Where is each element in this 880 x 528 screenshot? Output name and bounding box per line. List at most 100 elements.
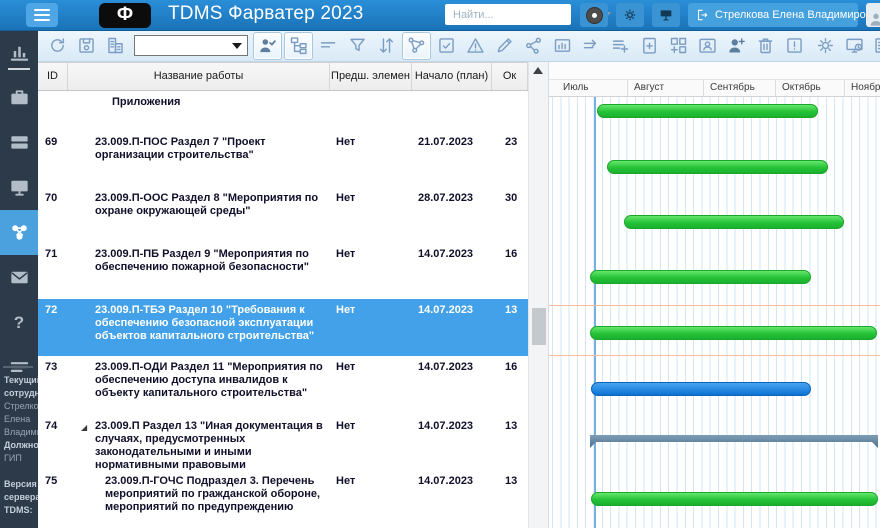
gantt-bar-task[interactable]	[607, 160, 828, 174]
table-row[interactable]: 6923.009.П-ПОС Раздел 7 "Проект организа…	[38, 131, 528, 187]
person-add-button[interactable]	[723, 33, 750, 59]
pencil-button[interactable]	[491, 33, 518, 59]
hamburger-menu-button[interactable]	[26, 3, 58, 27]
user-session-button[interactable]: Стрелкова Елена Владимировна	[688, 3, 858, 27]
refresh-button[interactable]	[44, 33, 71, 59]
column-header[interactable]: ID	[38, 63, 68, 90]
person-check-button[interactable]	[253, 32, 282, 60]
gantt-pane: ИюльАвгустСентябрьОктябрьНоябрь	[548, 62, 880, 528]
task-name-label: 23.009.П-ОДИ Раздел 11 "Мероприятия по о…	[95, 361, 323, 399]
filter-button[interactable]	[344, 33, 371, 59]
gantt-bar-task[interactable]	[590, 326, 877, 340]
user-name-label: Стрелкова Елена Владимировна	[715, 9, 880, 21]
sidebar-item-briefcase[interactable]	[0, 75, 38, 120]
presentation-button[interactable]	[652, 3, 680, 27]
gantt-bar-task[interactable]	[591, 492, 878, 506]
work-table: IDНазвание работыПредш. элеменНачало (пл…	[38, 62, 528, 528]
cell-end-date: 13	[492, 470, 528, 528]
search-input[interactable]	[445, 9, 599, 21]
sidebar-item-nodes[interactable]	[0, 210, 38, 255]
cell-predecessor: Нет	[330, 131, 412, 187]
list-box-button[interactable]	[870, 33, 880, 59]
column-header[interactable]: Название работы	[68, 63, 330, 90]
expand-icon[interactable]: ◢	[81, 421, 87, 434]
cell-name: 23.009.П-ГОЧС Подраздел 3. Перечень меро…	[68, 470, 330, 528]
id-card-button[interactable]	[694, 33, 721, 59]
sidebar: ? ТекущийсотрудникСтрелковаЕленаВладимир…	[0, 30, 38, 528]
cell-id: 69	[38, 131, 68, 187]
table-row[interactable]: 7323.009.П-ОДИ Раздел 11 "Мероприятия по…	[38, 356, 528, 415]
sidebar-info-line: ГИП	[0, 452, 38, 465]
sidebar-item-monitor[interactable]	[0, 165, 38, 210]
cell-end-date: 13	[492, 299, 528, 356]
column-header[interactable]: Ок	[492, 63, 528, 90]
gantt-bar-task[interactable]	[590, 270, 811, 284]
combo-caret-icon	[232, 43, 242, 49]
cell-name: ◢23.009.П Раздел 13 "Иная документация в…	[68, 415, 330, 470]
align-lines-icon	[318, 35, 339, 56]
list-plus-icon	[610, 35, 631, 56]
buildings-button[interactable]	[102, 33, 129, 59]
sidebar-item-help[interactable]: ?	[0, 300, 38, 345]
chart-doc-button[interactable]	[549, 33, 576, 59]
box-exclaim-button[interactable]	[781, 33, 808, 59]
sidebar-info: ТекущийсотрудникСтрелковаЕленаВладимиров…	[0, 366, 38, 517]
column-header[interactable]: Начало (план)	[412, 63, 492, 90]
doc-plus-button[interactable]	[636, 33, 663, 59]
gantt-month-header: Октябрь	[775, 80, 844, 96]
sidebar-info-line: Елена	[0, 413, 38, 426]
table-row[interactable]: 74◢23.009.П Раздел 13 "Иная документация…	[38, 415, 528, 470]
column-header[interactable]: Предш. элемен	[330, 63, 412, 90]
sidebar-item-server[interactable]	[0, 120, 38, 165]
arrows-right-icon	[581, 35, 602, 56]
share-nodes-button[interactable]	[520, 33, 547, 59]
cell-predecessor: Нет	[330, 243, 412, 299]
record-button[interactable]	[580, 3, 608, 27]
align-lines-button[interactable]	[315, 33, 342, 59]
cell-predecessor: Нет	[330, 415, 412, 470]
clipboard-check-button[interactable]	[433, 33, 460, 59]
cell-id: 72	[38, 299, 68, 356]
cell-end-date: 30	[492, 187, 528, 243]
gantt-bar-task[interactable]	[597, 104, 818, 118]
briefcase-icon	[8, 86, 31, 109]
grid-plus-button[interactable]	[665, 33, 692, 59]
nodes-link-button[interactable]	[402, 32, 431, 60]
sort-button[interactable]	[373, 33, 400, 59]
gantt-month-header: Сентябрь	[703, 80, 775, 96]
table-row[interactable]: 7223.009.П-ТБЭ Раздел 10 "Требования к о…	[38, 299, 528, 356]
hierarchy-button[interactable]	[284, 32, 313, 60]
sidebar-item-mail[interactable]	[0, 255, 38, 300]
scrollbar-thumb[interactable]	[532, 308, 546, 345]
sidebar-info-line	[0, 465, 38, 478]
sidebar-item-chart-bar[interactable]	[0, 30, 38, 75]
avatar[interactable]	[866, 3, 880, 27]
table-vertical-scrollbar[interactable]	[528, 62, 548, 528]
save-icon	[76, 35, 97, 56]
mail-icon	[8, 266, 31, 289]
table-row[interactable]: 7523.009.П-ГОЧС Подраздел 3. Перечень ме…	[38, 470, 528, 528]
scroll-up-icon[interactable]	[533, 67, 543, 74]
save-button[interactable]	[73, 33, 100, 59]
help-icon: ?	[14, 313, 24, 333]
gear-button[interactable]	[812, 33, 839, 59]
warning-button[interactable]	[462, 33, 489, 59]
table-row[interactable]: 7023.009.П-ООС Раздел 8 "Мероприятия по …	[38, 187, 528, 243]
toolbar	[38, 30, 880, 62]
cell-end-date: 16	[492, 356, 528, 415]
filter-combobox[interactable]	[134, 35, 248, 56]
gantt-bar-task-active[interactable]	[591, 382, 811, 396]
table-row[interactable]: 7123.009.П-ПБ Раздел 9 "Мероприятия по о…	[38, 243, 528, 299]
timeline-marker-line	[594, 97, 596, 528]
settings-button[interactable]	[616, 3, 644, 27]
trash-button[interactable]	[752, 33, 779, 59]
topbar: Ф TDMS Фарватер 2023 Стрелкова Елена Вла…	[0, 0, 880, 31]
gantt-bar-task[interactable]	[624, 215, 844, 229]
arrows-right-button[interactable]	[578, 33, 605, 59]
table-row[interactable]: Приложения	[38, 91, 528, 131]
monitor-clock-button[interactable]	[841, 33, 868, 59]
list-plus-button[interactable]	[607, 33, 634, 59]
cell-name: 23.009.П-ОДИ Раздел 11 "Мероприятия по о…	[68, 356, 330, 415]
global-search	[445, 4, 571, 25]
cell-start-date	[412, 91, 492, 131]
